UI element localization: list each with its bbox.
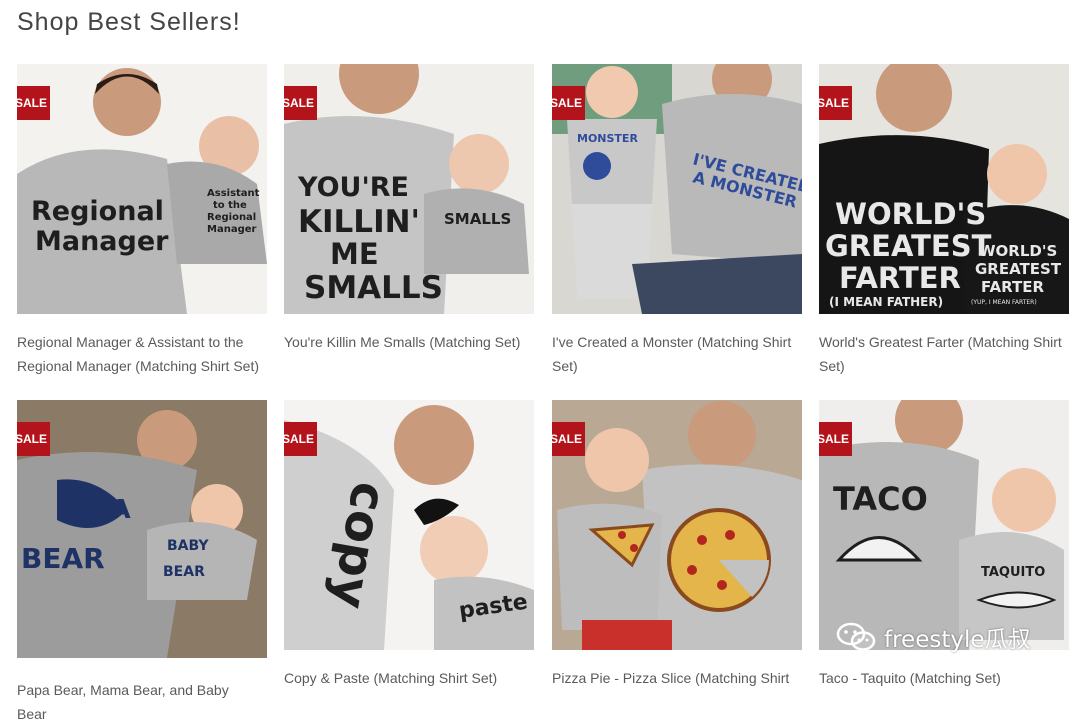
sale-badge: SALE <box>17 86 50 120</box>
sale-badge: SALE <box>552 86 585 120</box>
shirt-text: (YUP, I MEAN FARTER) <box>971 299 1037 306</box>
shirt-text: TAQUITO <box>981 565 1045 580</box>
product-title-link[interactable]: You're Killin Me Smalls (Matching Set) <box>284 330 529 354</box>
product-card-killin-me-smalls[interactable]: YOU'RE KILLIN' ME SMALLS SMALLS SALE You… <box>284 64 534 354</box>
shirt-text: GREATEST <box>975 260 1062 278</box>
product-image[interactable]: WORLD'S GREATEST FARTER (I MEAN FATHER) … <box>819 64 1069 314</box>
product-card-regional-manager[interactable]: Regional Manager Assistant to the Region… <box>17 64 267 378</box>
shirt-text: Regional <box>207 212 256 223</box>
product-image[interactable]: I'VE CREATED A MONSTER MONSTER SALE <box>552 64 802 314</box>
product-title-link[interactable]: Papa Bear, Mama Bear, and Baby Bear <box>17 678 262 726</box>
product-card-greatest-farter[interactable]: WORLD'S GREATEST FARTER (I MEAN FATHER) … <box>819 64 1069 378</box>
shirt-text: WORLD'S <box>979 242 1057 260</box>
shirt-text: SMALLS <box>304 270 443 306</box>
page-title: Shop Best Sellers! <box>17 8 241 36</box>
product-image[interactable]: copy paste SALE <box>284 400 534 650</box>
sale-badge: SALE <box>284 422 317 456</box>
product-card-copy-paste[interactable]: copy paste SALE Copy & Paste (Matching S… <box>284 400 534 690</box>
shirt-text: YOU'RE <box>297 172 409 203</box>
product-card-pizza[interactable]: SALE Pizza Pie - Pizza Slice (Matching S… <box>552 400 802 690</box>
shirt-text: Regional <box>31 196 164 227</box>
shirt-text: BABY <box>167 538 209 554</box>
product-image[interactable]: YOU'RE KILLIN' ME SMALLS SMALLS SALE <box>284 64 534 314</box>
shirt-text: Manager <box>207 224 257 235</box>
product-image[interactable]: Regional Manager Assistant to the Region… <box>17 64 267 314</box>
shirt-text: SMALLS <box>444 210 511 228</box>
shirt-text: Manager <box>35 226 169 257</box>
shirt-text: to the <box>213 200 247 211</box>
watermark-text: freestyle瓜叔 <box>884 627 1031 653</box>
product-card-created-a-monster[interactable]: I'VE CREATED A MONSTER MONSTER SALE I've… <box>552 64 802 378</box>
product-card-papa-bear[interactable]: PAPA BEAR BABY BEAR SALE Papa Bear, Mama… <box>17 400 267 726</box>
sale-badge: SALE <box>552 422 585 456</box>
shirt-text: KILLIN' <box>298 204 420 240</box>
product-image[interactable]: PAPA BEAR BABY BEAR SALE <box>17 400 267 658</box>
sale-badge: SALE <box>819 422 852 456</box>
shirt-text: BEAR <box>21 542 105 575</box>
shirt-text: FARTER <box>839 261 961 295</box>
shirt-text: Assistant <box>207 188 260 199</box>
shirt-text: GREATEST <box>825 229 992 263</box>
product-title-link[interactable]: Pizza Pie - Pizza Slice (Matching Shirt <box>552 666 797 690</box>
shirt-text: MONSTER <box>577 132 638 145</box>
product-title-link[interactable]: Taco - Taquito (Matching Set) <box>819 666 1064 690</box>
product-image[interactable]: TACO TAQUITO SALE <box>819 400 1069 650</box>
product-title-link[interactable]: I've Created a Monster (Matching Shirt S… <box>552 330 797 378</box>
shirt-text: WORLD'S <box>835 197 986 231</box>
shirt-text: FARTER <box>981 278 1044 296</box>
sale-badge: SALE <box>819 86 852 120</box>
shirt-text: ME <box>330 237 379 271</box>
wechat-icon <box>836 622 876 651</box>
shirt-text: PAPA <box>57 495 131 525</box>
shirt-text: (I MEAN FATHER) <box>829 295 943 309</box>
shirt-text: BEAR <box>163 564 205 580</box>
product-image[interactable]: SALE <box>552 400 802 650</box>
shirt-text: TACO <box>833 480 928 518</box>
product-title-link[interactable]: Regional Manager & Assistant to the Regi… <box>17 330 262 378</box>
product-title-link[interactable]: World's Greatest Farter (Matching Shirt … <box>819 330 1064 378</box>
product-title-link[interactable]: Copy & Paste (Matching Shirt Set) <box>284 666 529 690</box>
sale-badge: SALE <box>284 86 317 120</box>
sale-badge: SALE <box>17 422 50 456</box>
watermark: freestyle瓜叔 <box>836 620 1031 654</box>
